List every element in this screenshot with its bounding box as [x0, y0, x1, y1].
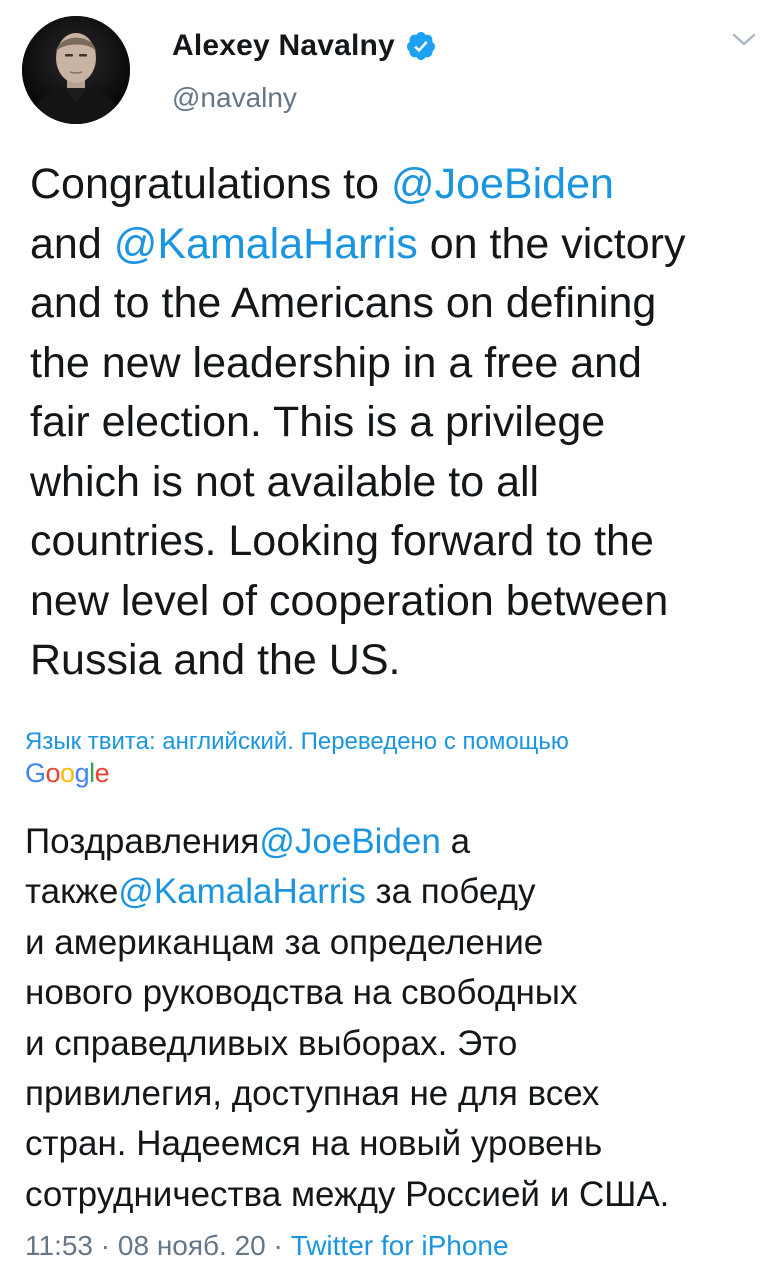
- author-names: Alexey Navalny @navalny: [172, 26, 437, 114]
- text-segment: the new leadership in a free and: [30, 338, 642, 387]
- text-segment: и американцам за определение: [25, 922, 544, 962]
- text-line: нового руководства на свободных: [25, 968, 765, 1018]
- text-line: и справедливых выборах. Это: [25, 1019, 765, 1069]
- user-handle[interactable]: @navalny: [172, 82, 437, 114]
- text-line: Congratulations to @JoeBiden: [30, 155, 765, 215]
- tweet-source-link[interactable]: Twitter for iPhone: [291, 1230, 509, 1261]
- text-segment: привилегия, доступная не для всех: [25, 1074, 600, 1114]
- separator: ·: [265, 1230, 291, 1261]
- google-logo: Google: [25, 758, 110, 789]
- google-logo-letter: e: [94, 758, 110, 788]
- text-segment: on the victory: [417, 219, 686, 268]
- tweet-text: Congratulations to @JoeBiden and @KamalaH…: [30, 155, 765, 691]
- text-line: привилегия, доступная не для всех: [25, 1069, 765, 1119]
- text-line: стран. Надеемся на новый уровень: [25, 1119, 765, 1169]
- text-segment: and: [30, 219, 114, 268]
- text-segment: countries. Looking forward to the: [30, 517, 654, 565]
- text-segment: Russia and the US.: [30, 636, 401, 684]
- google-logo-letter: g: [74, 758, 90, 788]
- google-logo-letter: G: [25, 758, 46, 788]
- translation-notice[interactable]: Язык твита: английский. Переведено с пом…: [25, 728, 569, 756]
- text-line: and to the Americans on defining: [30, 274, 765, 334]
- text-line: fair election. This is a privilege: [30, 393, 765, 453]
- tweet-time[interactable]: 11:53: [25, 1230, 93, 1261]
- name-row: Alexey Navalny: [172, 26, 437, 66]
- chevron-down-icon[interactable]: [730, 30, 758, 50]
- tweet-date[interactable]: 08 нояб. 20: [118, 1230, 266, 1261]
- verified-badge-icon: [405, 30, 437, 62]
- text-segment: а: [440, 822, 471, 861]
- text-line: which is not available to all: [30, 453, 765, 513]
- text-segment: Congratulations to: [30, 160, 391, 208]
- mention-link[interactable]: @JoeBiden: [259, 822, 440, 861]
- text-segment: сотрудничества между Россией и США.: [25, 1174, 670, 1214]
- text-line: Russia and the US.: [30, 631, 765, 691]
- avatar[interactable]: [22, 16, 130, 124]
- text-line: and @KamalaHarris on the victory: [30, 215, 765, 275]
- text-segment: and to the Americans on defining: [30, 279, 657, 327]
- translated-text: Поздравления@JoeBiden а также@KamalaHarri…: [25, 817, 765, 1220]
- text-line: и американцам за определение: [25, 918, 765, 968]
- text-line: также@KamalaHarris за победу: [25, 867, 765, 917]
- tweet-header: Alexey Navalny @navalny: [22, 16, 758, 126]
- separator: ·: [93, 1230, 118, 1261]
- text-segment: fair election. This is a privilege: [30, 398, 606, 446]
- tweet-footer: 11:53 · 08 нояб. 20 · Twitter for iPhone: [25, 1230, 509, 1262]
- google-logo-letter: o: [60, 758, 75, 788]
- text-segment: за победу: [365, 872, 536, 912]
- text-segment: new level of cooperation between: [30, 576, 669, 625]
- mention-link[interactable]: @KamalaHarris: [118, 872, 366, 911]
- text-segment: стран. Надеемся на новый уровень: [25, 1124, 603, 1164]
- text-line: сотрудничества между Россией и США.: [25, 1170, 765, 1220]
- mention-link[interactable]: @KamalaHarris: [114, 220, 418, 268]
- text-segment: и справедливых выборах. Это: [25, 1023, 518, 1063]
- google-logo-letter: o: [45, 758, 61, 788]
- text-line: the new leadership in a free and: [30, 334, 765, 394]
- text-line: countries. Looking forward to the: [30, 512, 765, 572]
- display-name[interactable]: Alexey Navalny: [172, 29, 395, 63]
- text-line: new level of cooperation between: [30, 572, 765, 632]
- text-segment: which is not available to all: [30, 457, 540, 506]
- text-line: Поздравления@JoeBiden а: [25, 817, 765, 867]
- text-segment: Поздравления: [25, 822, 260, 861]
- text-segment: нового руководства на свободных: [25, 973, 578, 1013]
- text-segment: также: [25, 872, 119, 912]
- mention-link[interactable]: @JoeBiden: [391, 160, 614, 208]
